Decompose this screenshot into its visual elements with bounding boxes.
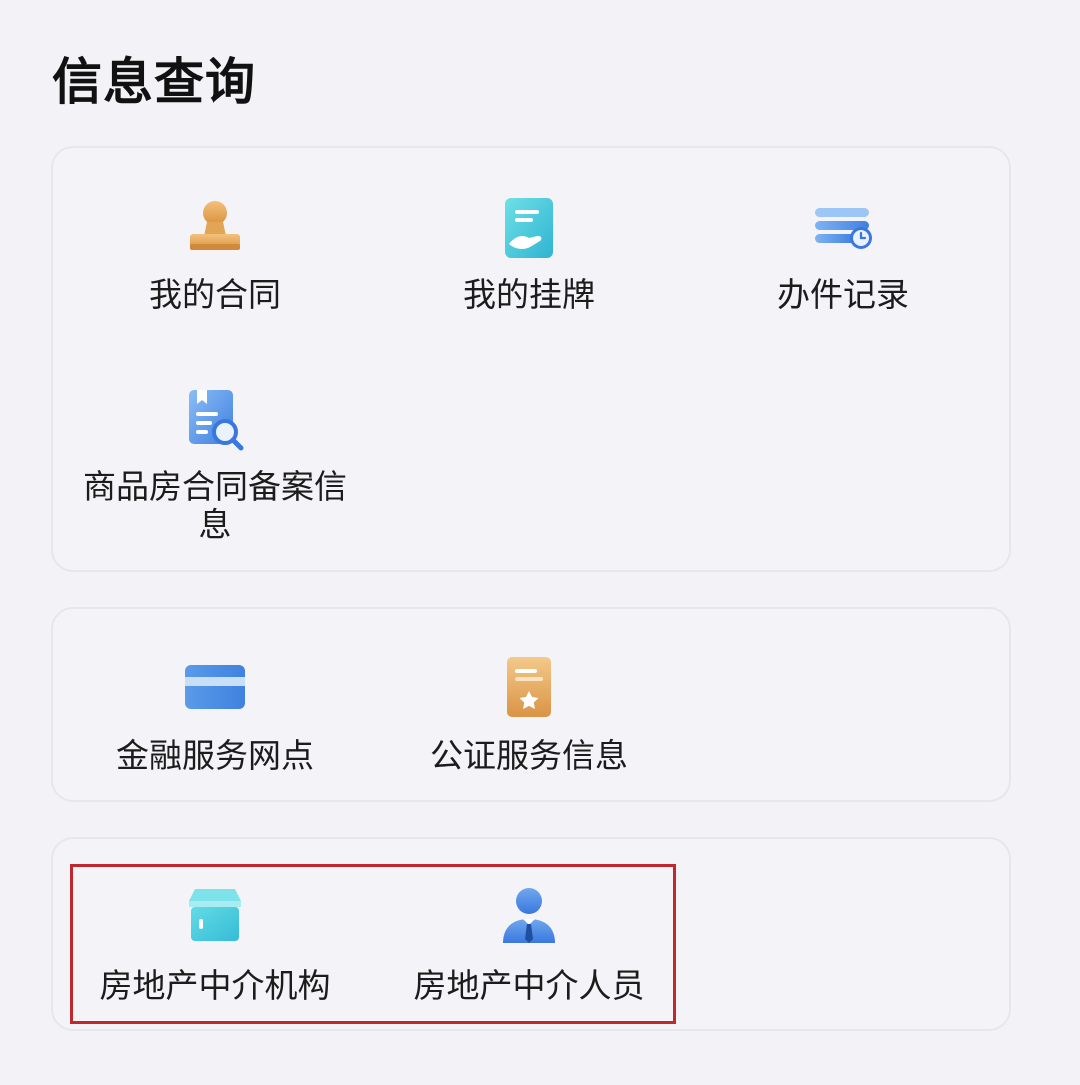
- agent-person-icon: [497, 883, 561, 947]
- tile-notary-services[interactable]: 公证服务信息: [372, 649, 686, 789]
- tile-label: 金融服务网点: [116, 736, 314, 775]
- tile-real-estate-agent[interactable]: 房地产中介人员: [372, 879, 686, 1019]
- certificate-star-icon: [497, 655, 561, 719]
- tile-record-history[interactable]: 办件记录: [686, 188, 1000, 328]
- tile-label: 公证服务信息: [430, 736, 628, 775]
- tile-label: 我的挂牌: [463, 275, 595, 314]
- agency-shop-icon: [183, 883, 247, 947]
- bank-card-icon: [183, 655, 247, 719]
- tile-label: 我的合同: [149, 275, 281, 314]
- page-title: 信息查询: [52, 53, 256, 111]
- tile-label: 房地产中介人员: [413, 966, 645, 1005]
- query-card-personal: 我的合同 我的挂牌 办件记录 商品房合同备案信息: [51, 146, 1011, 572]
- contract-stamp-icon: [183, 196, 247, 260]
- query-card-agency: 房地产中介机构 房地产中介人员: [51, 837, 1011, 1031]
- records-clock-icon: [811, 196, 875, 260]
- tile-real-estate-agency[interactable]: 房地产中介机构: [58, 879, 372, 1019]
- tile-label: 办件记录: [777, 275, 909, 314]
- tile-my-contract[interactable]: 我的合同: [58, 188, 372, 328]
- document-search-icon: [183, 388, 247, 452]
- tile-my-listing[interactable]: 我的挂牌: [372, 188, 686, 328]
- query-card-services: 金融服务网点 公证服务信息: [51, 607, 1011, 802]
- tile-financial-outlets[interactable]: 金融服务网点: [58, 649, 372, 789]
- tile-label: 商品房合同备案信息: [83, 467, 347, 544]
- listing-hand-icon: [497, 196, 561, 260]
- tile-commercial-housing-filing[interactable]: 商品房合同备案信息: [58, 380, 372, 560]
- tile-label: 房地产中介机构: [99, 966, 331, 1005]
